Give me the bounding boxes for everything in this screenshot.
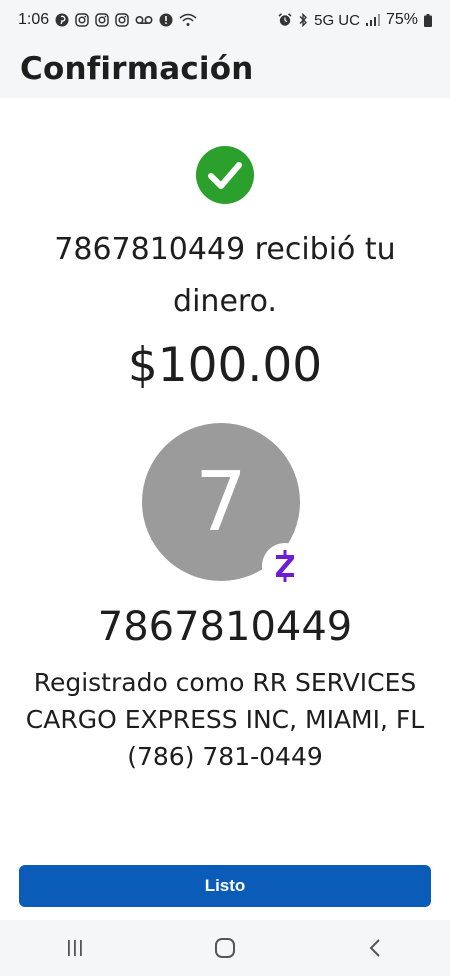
wifi-calling-icon [179, 13, 197, 27]
confirmation-message: 7867810449 recibió tu dinero. [54, 232, 396, 319]
registered-line-1: Registrado como RR SERVICES [33, 668, 417, 697]
system-nav-bar [0, 920, 450, 976]
signal-icon [365, 14, 380, 26]
battery-level: 75% [385, 11, 418, 28]
status-bar: 1:06 5G UC 75% [0, 0, 450, 40]
app-header: Confirmación [0, 40, 450, 98]
success-check-icon [196, 146, 254, 204]
clock: 1:06 [18, 11, 50, 28]
zelle-logo-icon [262, 543, 308, 589]
registered-line-2: CARGO EXPRESS INC, MIAMI, FL [25, 705, 425, 734]
battery-icon [424, 13, 432, 27]
network-type: 5G UC [314, 11, 360, 29]
done-button[interactable]: Listo [19, 865, 431, 907]
pinterest-icon [55, 13, 69, 27]
recents-icon[interactable] [45, 928, 105, 968]
recipient-details: Registrado como RR SERVICES CARGO EXPRES… [14, 664, 436, 775]
home-icon[interactable] [195, 928, 255, 968]
status-bar-left: 1:06 [18, 11, 197, 29]
alarm-icon [278, 13, 292, 27]
amount-sent: $100.00 [127, 338, 323, 393]
recipient-phone: (786) 781-0449 [127, 742, 323, 771]
back-icon[interactable] [345, 928, 405, 968]
instagram-icon [115, 13, 129, 27]
voicemail-icon [135, 14, 153, 26]
avatar-letter: 7 [194, 454, 248, 550]
status-bar-right: 5G UC 75% [278, 11, 432, 29]
page-title: Confirmación [20, 51, 254, 87]
instagram-icon [95, 13, 109, 27]
alert-icon [159, 13, 173, 27]
recipient-name: 7867810449 [97, 604, 353, 650]
instagram-icon [75, 13, 89, 27]
bluetooth-icon [298, 13, 308, 27]
